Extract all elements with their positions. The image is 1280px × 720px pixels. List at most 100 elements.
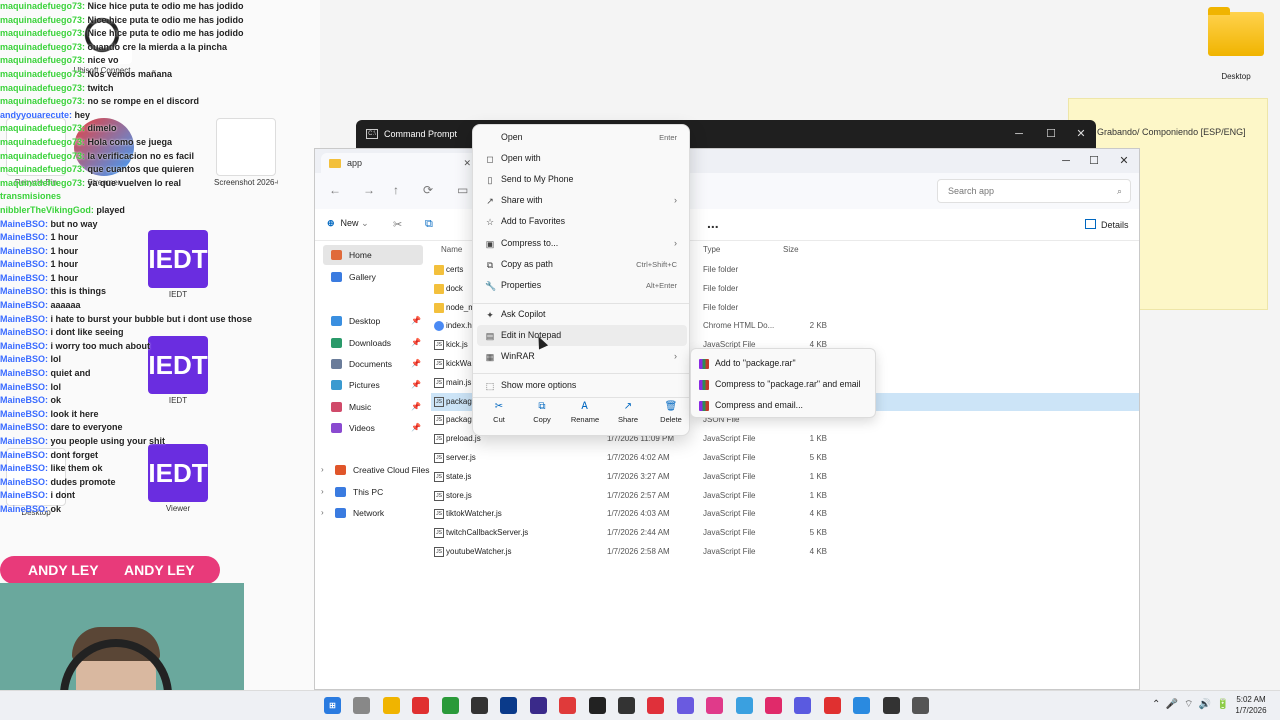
menu-item-open-with[interactable]: ◻ Open with bbox=[477, 148, 687, 169]
menu-item-label: Ask Copilot bbox=[501, 309, 546, 319]
menu-item-send-to-my-phone[interactable]: ▯ Send to My Phone bbox=[477, 169, 687, 190]
taskbar-app-icon[interactable] bbox=[706, 697, 724, 714]
nav-item-creative-cloud-files[interactable]: › Creative Cloud Files bbox=[321, 460, 430, 480]
nav-item-network[interactable]: › Network bbox=[321, 503, 423, 523]
file-row[interactable]: JS tiktokWatcher.js 1/7/2026 4:03 AM JavaSc… bbox=[431, 505, 1139, 524]
maximize-button[interactable]: ☐ bbox=[1036, 124, 1066, 144]
nav-item-videos[interactable]: Videos 📌 bbox=[323, 418, 423, 438]
refresh-icon[interactable]: ⟳ bbox=[423, 183, 433, 197]
menu-item-copy-as-path[interactable]: ⧉ Copy as path Ctrl+Shift+C bbox=[477, 254, 687, 275]
file-row[interactable]: JS youtubeWatcher.js 1/7/2026 2:58 AM JavaS… bbox=[431, 543, 1139, 562]
nav-item-gallery[interactable]: Gallery bbox=[323, 267, 423, 287]
copy-action-button[interactable]: ⧉ Copy bbox=[522, 401, 562, 424]
nav-item-pictures[interactable]: Pictures 📌 bbox=[323, 375, 423, 395]
up-icon[interactable]: ↑ bbox=[393, 183, 399, 197]
menu-item-open[interactable]: Open Enter bbox=[477, 127, 687, 148]
clock[interactable]: 5:02 AM 1/7/2026 bbox=[1226, 694, 1276, 716]
taskbar-app-icon[interactable] bbox=[618, 697, 635, 714]
chat-text: quiet and bbox=[48, 368, 91, 379]
new-button[interactable]: ⊕ New ⌄ bbox=[327, 218, 369, 229]
chat-text: ok bbox=[48, 395, 62, 406]
taskbar-app-icon[interactable] bbox=[529, 697, 547, 714]
menu-item-share-with[interactable]: ↗ Share with › bbox=[477, 190, 687, 211]
chevron-right-icon: › bbox=[674, 351, 677, 361]
close-button[interactable]: ✕ bbox=[1066, 124, 1096, 144]
taskbar-app-icon[interactable] bbox=[559, 697, 577, 714]
taskbar-app-icon[interactable] bbox=[471, 697, 488, 714]
taskbar-app-icon[interactable] bbox=[412, 697, 430, 714]
file-row[interactable]: JS server.js 1/7/2026 4:02 AM JavaScript Fi… bbox=[431, 449, 1139, 468]
explorer-minimize-button[interactable]: ─ bbox=[1051, 151, 1081, 171]
taskbar-app-icon[interactable] bbox=[676, 697, 694, 714]
desktop-folder-label: Desktop bbox=[1221, 72, 1251, 81]
chat-message: transmisiones bbox=[0, 190, 320, 204]
js-file-icon: JS bbox=[434, 547, 444, 557]
taskbar-app-icon[interactable] bbox=[382, 697, 400, 714]
chat-username: andyyouarecute: bbox=[0, 109, 73, 120]
more-options-icon[interactable]: ... bbox=[707, 215, 719, 231]
search-input[interactable]: Search app ⌕ bbox=[937, 179, 1131, 203]
menu-item-edit-in-notepad[interactable]: ▤ Edit in Notepad bbox=[477, 325, 687, 346]
menu-item-ask-copilot[interactable]: ✦ Ask Copilot bbox=[477, 304, 687, 325]
js-file-icon: JS bbox=[434, 434, 444, 445]
column-header-name[interactable]: Name bbox=[441, 245, 462, 254]
file-explorer-window[interactable]: app ✕ ─ ☐ ✕ ← → ↑ ⟳ ▭ Search app ⌕ ⊕ New … bbox=[314, 148, 1140, 690]
file-row[interactable]: JS twitchCallbackServer.js 1/7/2026 2:44 A… bbox=[431, 524, 1139, 543]
explorer-maximize-button[interactable]: ☐ bbox=[1079, 151, 1109, 171]
chevron-right-icon[interactable]: › bbox=[321, 460, 324, 480]
taskbar-app-icon[interactable] bbox=[441, 697, 459, 714]
taskbar-app-icon[interactable] bbox=[500, 697, 518, 714]
winrar-option[interactable]: Compress and email... bbox=[695, 395, 873, 416]
chevron-right-icon[interactable]: › bbox=[321, 503, 324, 523]
taskbar-app-icon[interactable] bbox=[882, 697, 900, 714]
desktop-folder-shortcut[interactable]: Desktop bbox=[1206, 7, 1266, 81]
taskbar-app-icon[interactable] bbox=[765, 697, 782, 714]
nav-item-home[interactable]: Home bbox=[323, 245, 423, 265]
chat-message: nibblerTheVikingGod: played bbox=[0, 204, 320, 218]
column-header-type[interactable]: Type bbox=[703, 245, 720, 254]
chat-text: no se rompe en el discord bbox=[85, 96, 200, 107]
winrar-option[interactable]: Compress to "package.rar" and email bbox=[695, 374, 873, 395]
close-tab-icon[interactable]: ✕ bbox=[463, 153, 471, 173]
start-button[interactable]: ⊞ bbox=[324, 697, 341, 714]
taskbar-app-icon[interactable] bbox=[735, 697, 753, 714]
menu-item-show-more-options[interactable]: ⬚ Show more options bbox=[477, 375, 687, 396]
nav-item-downloads[interactable]: Downloads 📌 bbox=[323, 333, 423, 353]
taskbar-app-icon[interactable] bbox=[353, 697, 371, 714]
nav-item-desktop[interactable]: Desktop 📌 bbox=[323, 311, 423, 331]
file-row[interactable]: JS store.js 1/7/2026 2:57 AM JavaScript Fil… bbox=[431, 487, 1139, 506]
explorer-tab[interactable]: app ✕ bbox=[321, 153, 479, 173]
share-action-button[interactable]: ↗ Share bbox=[608, 401, 648, 424]
winrar-option[interactable]: Add to "package.rar" bbox=[695, 353, 873, 374]
nav-item-this-pc[interactable]: › This PC bbox=[321, 482, 423, 502]
taskbar-app-icon[interactable] bbox=[823, 697, 841, 714]
menu-item-properties[interactable]: 🔧 Properties Alt+Enter bbox=[477, 275, 687, 296]
column-header-size[interactable]: Size bbox=[783, 245, 799, 254]
taskbar-app-icon[interactable] bbox=[794, 697, 812, 714]
nav-item-music[interactable]: Music 📌 bbox=[323, 397, 423, 417]
taskbar-app-icon[interactable] bbox=[912, 697, 929, 714]
nav-item-documents[interactable]: Documents 📌 bbox=[323, 354, 423, 374]
cut-icon[interactable]: ✂ bbox=[393, 218, 402, 231]
back-icon[interactable]: ← bbox=[329, 183, 341, 197]
menu-item-add-to-favorites[interactable]: ☆ Add to Favorites bbox=[477, 211, 687, 232]
rename-action-button[interactable]: Ꭺ Rename bbox=[565, 401, 605, 424]
taskbar-app-icon[interactable] bbox=[588, 697, 606, 714]
explorer-close-button[interactable]: ✕ bbox=[1109, 151, 1139, 171]
chevron-right-icon[interactable]: › bbox=[321, 482, 324, 502]
delete-action-button[interactable]: 🗑 Delete bbox=[651, 401, 691, 424]
taskbar-app-icon[interactable] bbox=[647, 697, 665, 714]
menu-item-compress-to[interactable]: ▣ Compress to... › bbox=[477, 233, 687, 254]
system-tray[interactable]: ⌃ 🎤 ⌔ 🔊 🔋 bbox=[1152, 698, 1229, 711]
copy-icon[interactable]: ⧉ bbox=[425, 218, 433, 231]
command-prompt-window[interactable]: C:\ Command Prompt ─ ☐ ✕ bbox=[356, 120, 1096, 150]
chat-text: dare to everyone bbox=[48, 422, 123, 433]
menu-item-winrar[interactable]: ▦ WinRAR › bbox=[477, 346, 687, 367]
cut-action-button[interactable]: ✂ Cut bbox=[479, 401, 519, 424]
file-row[interactable]: JS state.js 1/7/2026 3:27 AM JavaScript Fil… bbox=[431, 468, 1139, 487]
taskbar-app-icon[interactable] bbox=[853, 697, 871, 714]
minimize-button[interactable]: ─ bbox=[1004, 124, 1034, 144]
forward-icon[interactable]: → bbox=[363, 183, 375, 197]
details-button[interactable]: Details bbox=[1085, 219, 1129, 230]
menu-item-icon: ☆ bbox=[485, 217, 495, 227]
